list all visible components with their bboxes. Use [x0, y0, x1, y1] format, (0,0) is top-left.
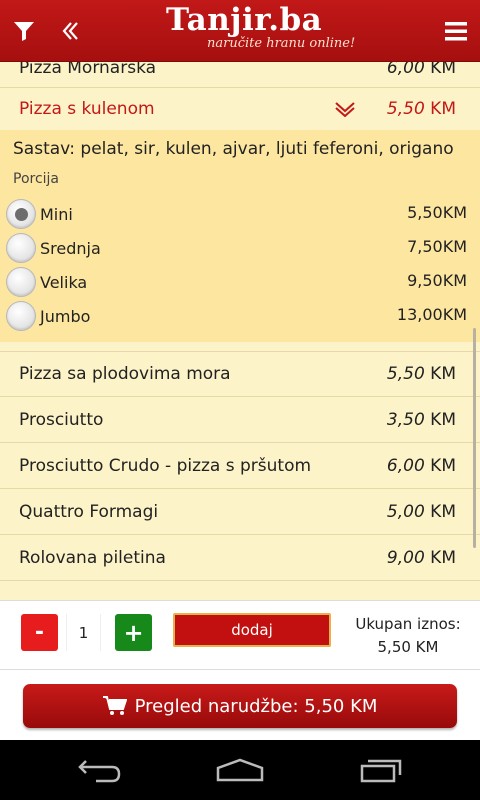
add-to-cart-button[interactable]: dodaj [173, 613, 331, 647]
option-label: Jumbo [40, 307, 91, 326]
ingredients-text: Sastav: pelat, sir, kulen, ajvar, ljuti … [13, 139, 454, 159]
order-review-label: Pregled narudžbe: 5,50 KM [134, 695, 378, 717]
app-header: Tanjir.ba naručite hranu online! [0, 0, 480, 62]
item-price: 5,50 KM [386, 99, 456, 119]
item-name: Pizza sa plodovima mora [19, 364, 231, 384]
increase-quantity-button[interactable]: + [115, 614, 152, 651]
item-price: 6,00 KM [386, 62, 456, 78]
item-name: Prosciutto [19, 409, 104, 430]
item-price: 9,00 KM [386, 547, 456, 568]
item-price: 3,50 KM [386, 409, 456, 430]
list-item[interactable]: Quattro Formagi 5,00 KM [0, 489, 480, 535]
list-item[interactable]: Prosciutto Crudo - pizza s pršutom 6,00 … [0, 443, 480, 489]
radio-button[interactable] [6, 267, 36, 297]
quantity-field[interactable]: 1 [66, 614, 101, 651]
item-name: Quattro Formagi [19, 501, 159, 522]
list-item[interactable]: Rolovana piletina 9,00 KM [0, 535, 480, 581]
portion-option-jumbo[interactable]: Jumbo 13,00KM [0, 299, 480, 333]
nav-recents-icon[interactable] [342, 740, 422, 800]
portion-label: Porcija [13, 171, 60, 187]
brand-logo: Tanjir.ba [166, 2, 323, 38]
item-name: Pizza s kulenom [19, 99, 155, 119]
option-price: 7,50KM [407, 237, 467, 256]
option-label: Velika [40, 273, 88, 292]
order-review-button[interactable]: Pregled narudžbe: 5,50 KM [23, 684, 457, 728]
list-item[interactable]: Pizza Mornarska 6,00 KM [0, 62, 480, 88]
radio-button[interactable] [6, 233, 36, 263]
list-item[interactable]: Prosciutto 3,50 KM [0, 397, 480, 443]
item-name: Pizza Mornarska [19, 62, 157, 78]
portion-option-srednja[interactable]: Srednja 7,50KM [0, 231, 480, 265]
item-name: Prosciutto Crudo - pizza s pršutom [19, 455, 312, 476]
brand-tagline: naručite hranu online! [207, 36, 356, 51]
portion-option-mini[interactable]: Mini 5,50KM [0, 197, 480, 231]
order-footer: Pregled narudžbe: 5,50 KM [0, 670, 480, 740]
menu-list[interactable]: Pizza Mornarska 6,00 KM Pizza s kulenom … [0, 62, 480, 600]
radio-button[interactable] [6, 301, 36, 331]
decrease-quantity-button[interactable]: - [21, 614, 58, 651]
option-label: Mini [40, 205, 73, 224]
back-icon[interactable] [48, 0, 94, 62]
nav-home-icon[interactable] [200, 740, 280, 800]
item-price: 5,00 KM [386, 501, 456, 522]
nav-back-icon[interactable] [60, 740, 140, 800]
item-price: 5,50 KM [386, 364, 456, 384]
system-nav-bar [0, 740, 480, 800]
cart-action-bar: - 1 + dodaj Ukupan iznos: 5,50 KM [0, 600, 480, 670]
filter-icon[interactable] [0, 0, 48, 62]
list-item-selected[interactable]: Pizza s kulenom 5,50 KM [0, 88, 480, 130]
menu-icon[interactable] [432, 0, 480, 62]
option-label: Srednja [40, 239, 101, 258]
scrollbar[interactable] [473, 328, 476, 548]
portion-option-velika[interactable]: Velika 9,50KM [0, 265, 480, 299]
option-price: 9,50KM [407, 271, 467, 290]
item-name: Rolovana piletina [19, 547, 166, 568]
chevron-down-icon[interactable] [334, 88, 356, 130]
cart-icon [102, 696, 127, 715]
option-price: 5,50KM [407, 203, 467, 222]
total-value: 5,50 KM [377, 638, 439, 656]
option-price: 13,00KM [396, 305, 467, 324]
list-item[interactable]: Pizza sa plodovima mora 5,50 KM [0, 351, 480, 397]
total-label: Ukupan iznos: [355, 615, 461, 633]
radio-button[interactable] [6, 199, 36, 229]
item-detail-panel: Sastav: pelat, sir, kulen, ajvar, ljuti … [0, 130, 480, 342]
item-price: 6,00 KM [386, 455, 456, 476]
